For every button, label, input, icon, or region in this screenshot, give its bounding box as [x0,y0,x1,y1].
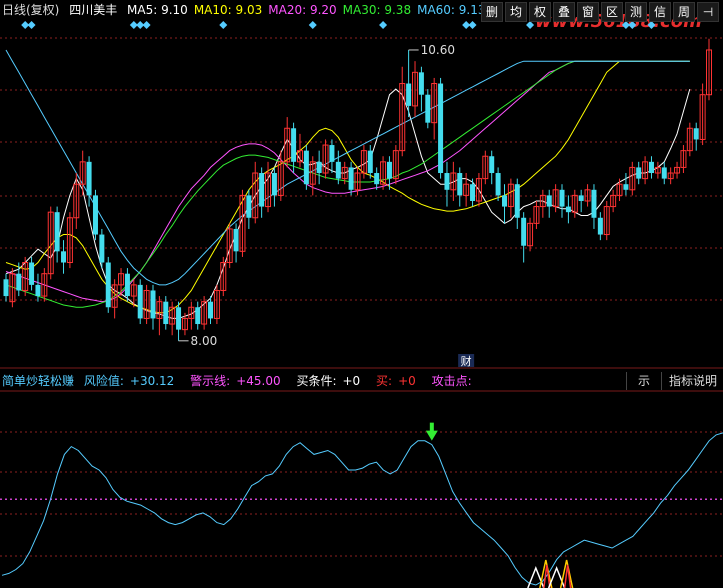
signal-diamond [27,21,36,29]
toolbar-button[interactable]: 窗 [577,2,599,22]
candle-body [457,173,463,196]
candle-body [291,128,297,162]
candle-body [444,173,450,190]
stock-name: 四川美丰 [69,3,118,17]
candle-body [348,167,354,190]
candle-body [105,262,111,308]
signal-diamond [468,21,477,29]
candle-body [54,212,60,252]
candle-body [367,150,373,174]
period-label: 日线(复权) [2,3,60,17]
candle-body [386,161,392,179]
candle-body [418,72,424,95]
toolbar-button[interactable]: 均 [505,2,527,22]
toolbar-button[interactable]: 区 [601,2,623,22]
candle-body [335,161,341,179]
buy-condition-label: 买条件: +0 [296,374,361,388]
signal-diamond [219,21,228,29]
candle-body [61,251,67,263]
risk-indicator-line [1,432,723,586]
ma-legend: MA5: 9.10 MA10: 9.03 MA20: 9.20 MA30: 9.38 M… [127,3,491,17]
candle-body [35,284,41,297]
ma-legend-item: MA5: 9.10 [127,3,188,17]
price-header: 日线(复权) 四川美丰 MA5: 9.10 MA10: 9.03 MA20: 9.2… [0,0,532,20]
toolbar-button[interactable]: 信 [649,2,671,22]
candle-body [86,161,92,196]
candle-body [693,128,699,140]
candle-body [438,83,444,174]
indicator-name: 简单炒轻松赚 [2,374,75,388]
toolbar-button[interactable]: ⊣ [697,2,719,22]
candle-body [208,301,214,319]
indicator-header: 简单炒轻松赚 风险值: +30.12 警示线: +45.00 买条件: +0 买: +0… [0,372,632,390]
candle-body [150,290,156,319]
candle-body [3,279,9,297]
candle-body [636,167,642,179]
ma-legend-item: MA30: 9.38 [342,3,412,17]
ma-line-ma60 [5,49,690,286]
candle-body [124,273,130,297]
candle-body [303,150,309,185]
candle-body [16,273,22,291]
candle-body [92,195,98,235]
toolbar-button[interactable]: 权 [529,2,551,22]
toolbar-button[interactable]: 周 [673,2,695,22]
toolbar-button[interactable]: 测 [625,2,647,22]
stock-chart-window: www.56188.com10.608.00财 日线(复权) 四川美丰 MA5:… [0,0,723,588]
candle-body [176,307,182,330]
low-price-label: 8.00 [191,334,218,348]
candle-body [489,156,495,174]
signal-diamond [526,21,535,29]
candle-body [565,206,571,213]
candle-body [501,195,507,207]
candle-body [29,262,35,285]
buy-label: 买: +0 [376,374,416,388]
toolbar-button[interactable]: 删 [481,2,503,22]
candle-body [99,234,105,263]
candle-body [374,173,380,185]
candle-body [233,228,239,252]
candle-body [648,161,654,174]
attack-point-label: 攻击点: [431,374,472,388]
candle-body [623,184,629,190]
ma-legend-item: MA20: 9.20 [268,3,337,17]
candle-body [546,195,552,207]
candle-body [591,189,597,218]
candle-body [137,284,143,319]
candle-body [578,195,584,201]
candle-body [163,301,169,325]
chart-canvas[interactable]: www.56188.com10.608.00财 [0,0,723,588]
candle-body [195,307,201,325]
candle-body [597,217,603,235]
candle-body [425,94,431,123]
candle-body [329,145,335,162]
high-price-label: 10.60 [421,43,455,57]
ma-legend-item: MA60: 9.13 [417,3,486,17]
show-button[interactable]: 示 [626,372,662,390]
signal-diamond [308,21,317,29]
candle-body [495,173,501,196]
candle-body [521,217,527,246]
buy-arrow-shaft [429,422,434,432]
signal-diamond [142,21,151,29]
toolbar-button[interactable]: 叠 [553,2,575,22]
ma-legend-item: MA10: 9.03 [193,3,263,17]
candle-body [316,161,322,174]
candle-body [514,184,520,218]
warn-value-label: 警示线: +45.00 [190,374,281,388]
signal-diamond [379,21,388,29]
risk-value-label: 风险值: +30.12 [83,374,175,388]
indicator-help-button[interactable]: 指标说明 [664,372,722,390]
candle-body [470,184,476,201]
candle-body [246,195,252,218]
candle-body [259,173,265,207]
candle-body [271,173,277,196]
candle-body [661,167,667,179]
finance-badge: 财 [461,354,472,368]
candle-body [406,83,412,106]
chart-toolbar: 删均权叠窗区测信周 ⊣ [481,2,719,22]
buy-arrow-icon [425,430,438,441]
candle-body [559,189,565,207]
